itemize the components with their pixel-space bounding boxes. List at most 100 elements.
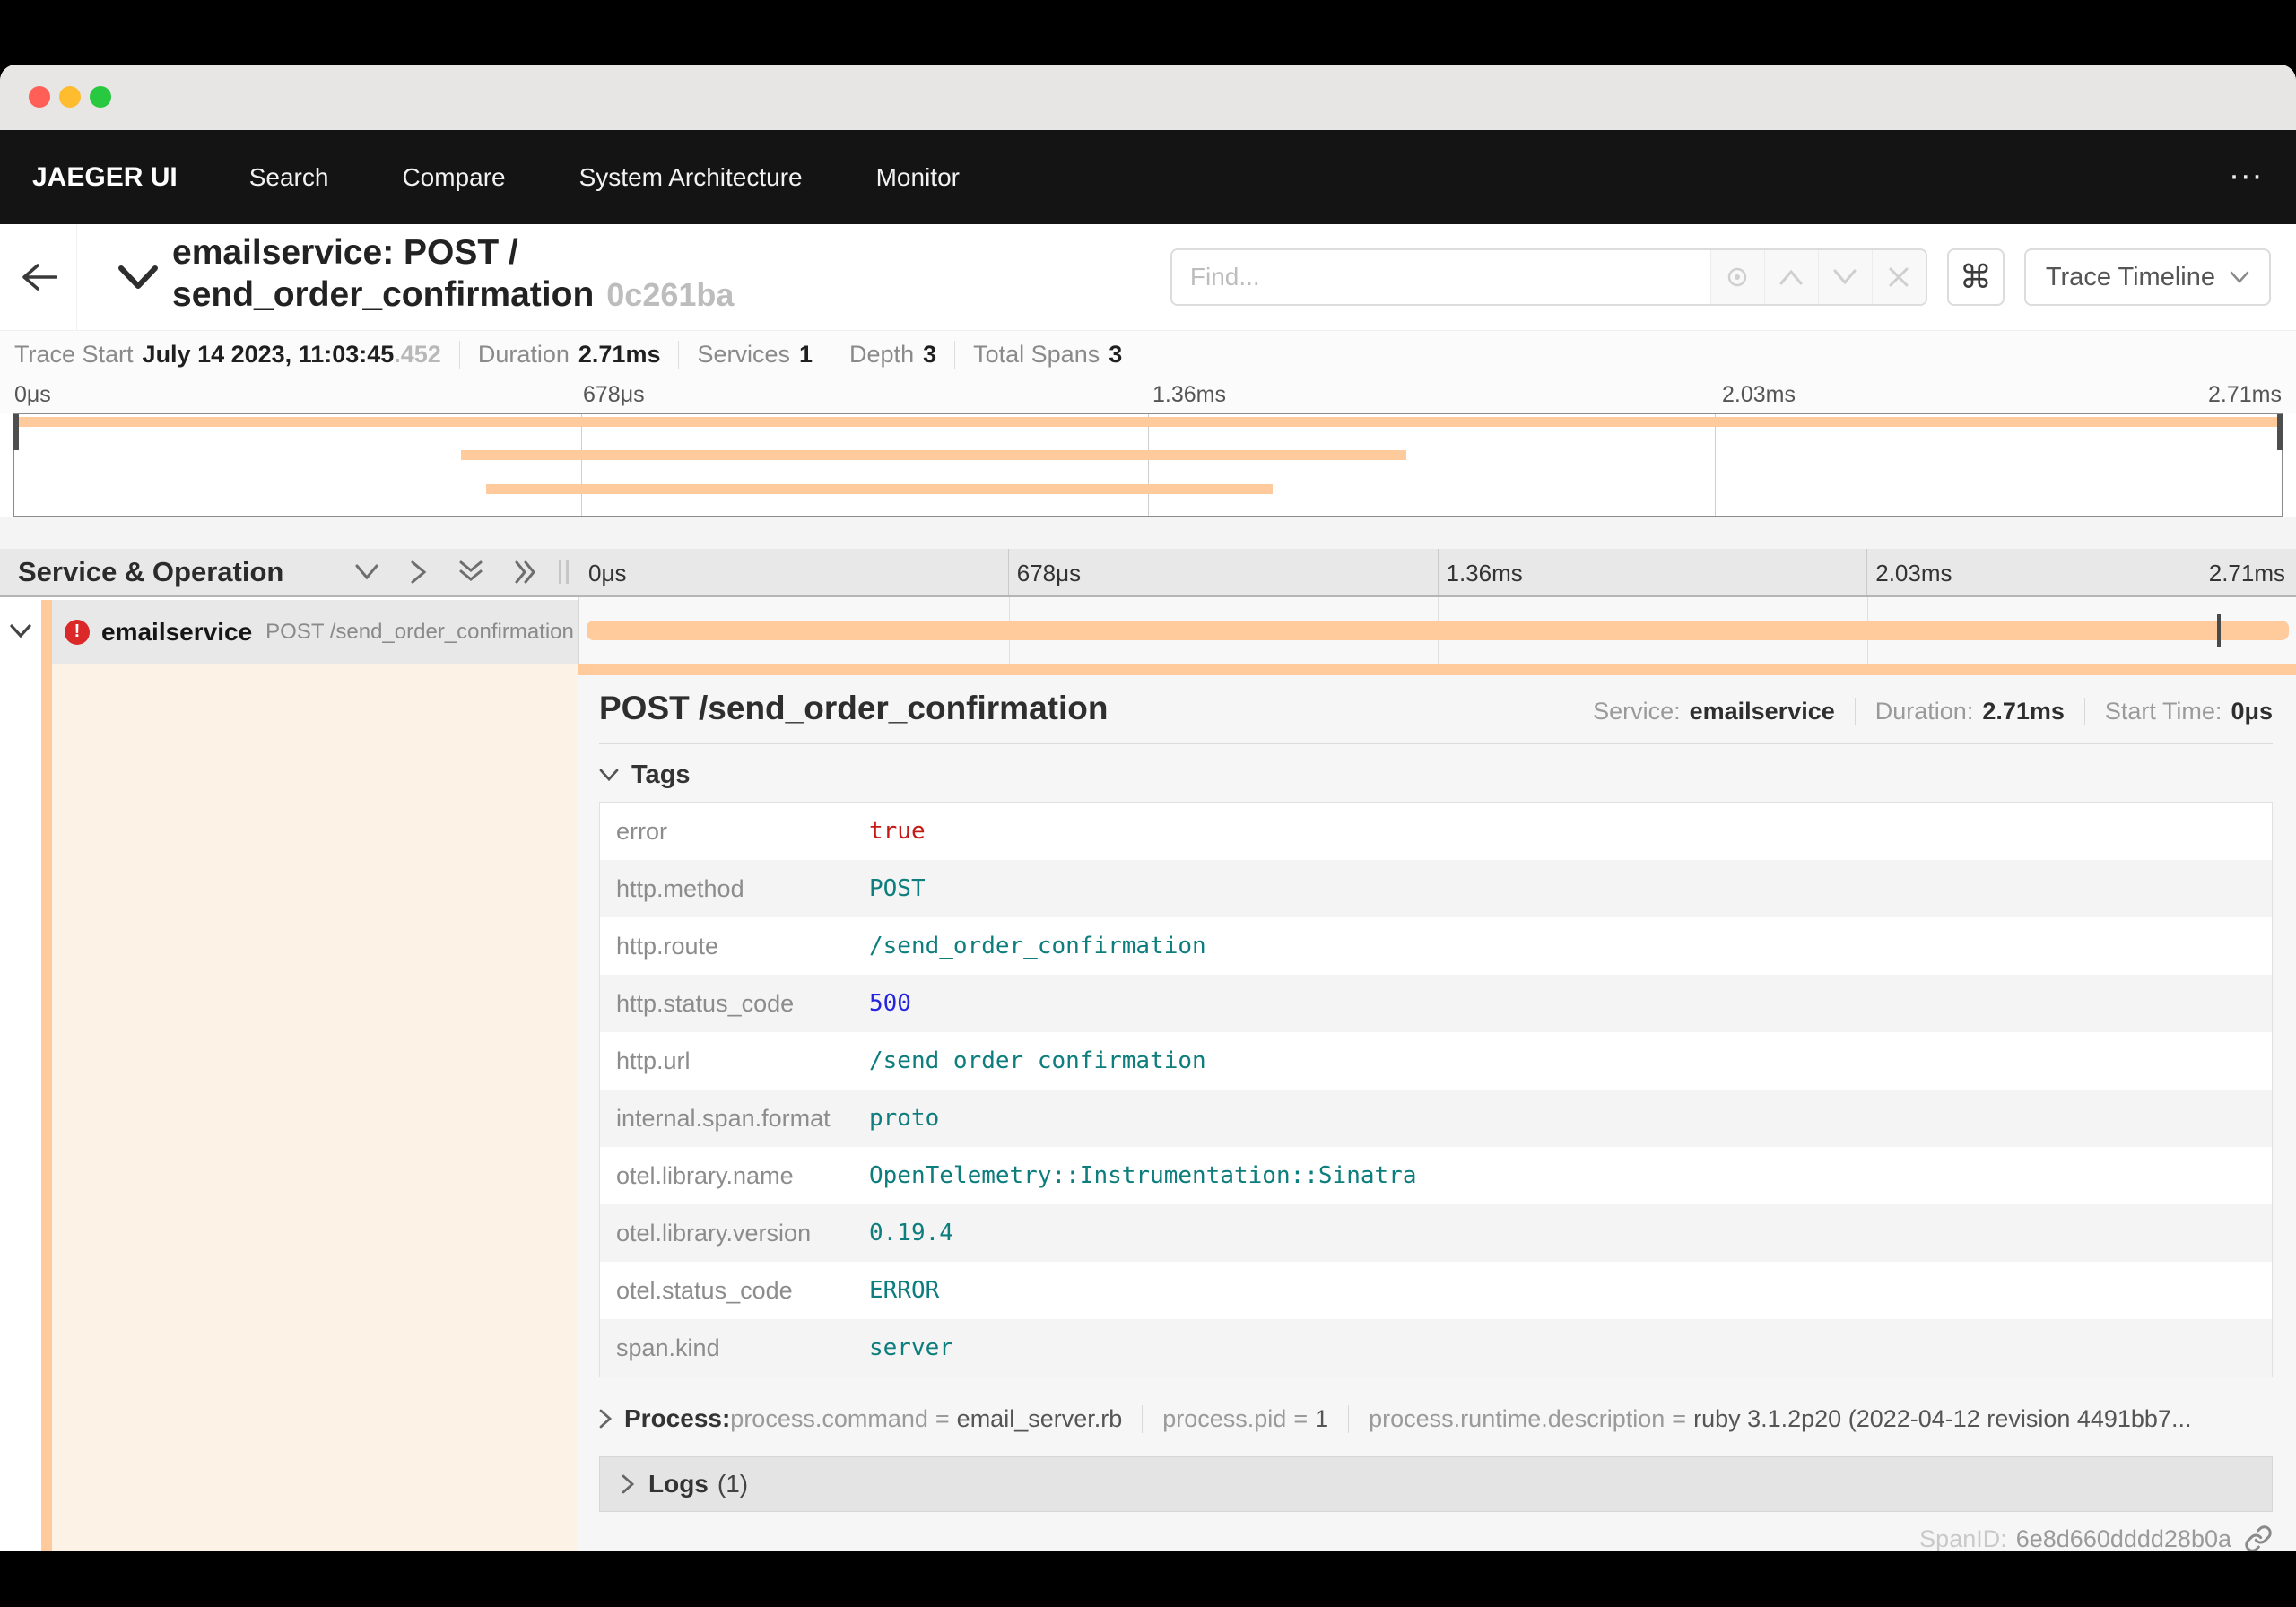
trace-title-line1: emailservice: POST /	[172, 233, 518, 272]
timeline-tick-0: 0μs	[588, 560, 627, 586]
summary-depth: Depth 3	[831, 341, 936, 369]
tag-row-http-method[interactable]: http.method POST	[600, 860, 2272, 917]
trace-minimap[interactable]	[13, 413, 2283, 517]
timeline-tick-3: 2.03ms	[1875, 560, 1952, 586]
tags-section-title: Tags	[631, 760, 691, 789]
span-collapse-toggle[interactable]	[0, 597, 41, 664]
logs-count: (1)	[717, 1470, 749, 1498]
minimap-tick-0: 0μs	[14, 382, 51, 407]
tag-row-otel-library-name[interactable]: otel.library.name OpenTelemetry::Instrum…	[600, 1147, 2272, 1204]
minimize-window-button[interactable]	[59, 86, 81, 108]
summary-total-spans: Total Spans 3	[954, 341, 1122, 369]
timeline-tick-2: 1.36ms	[1446, 560, 1523, 586]
process-command: process.command = email_server.rb	[730, 1404, 1123, 1432]
tag-key: otel.library.version	[616, 1219, 812, 1247]
tag-row-error[interactable]: error true	[600, 803, 2272, 860]
trace-page-header: emailservice: POST / send_order_confirma…	[0, 224, 2296, 330]
timeline-ticks: 0μs 678μs 1.36ms 2.03ms 2.71ms	[578, 549, 2296, 595]
screen: JAEGER UI Search Compare System Architec…	[0, 0, 2296, 1607]
jaeger-logo[interactable]: JAEGER UI	[32, 162, 178, 193]
detail-divider	[599, 743, 2273, 744]
expand-all-icon[interactable]	[514, 560, 539, 585]
macos-titlebar	[0, 65, 2296, 130]
minimap-left-scrubber[interactable]	[13, 414, 19, 450]
expand-one-icon[interactable]	[410, 560, 428, 585]
tag-row-otel-library-version[interactable]: otel.library.version 0.19.4	[600, 1204, 2272, 1262]
trace-summary-bar: Trace Start July 14 2023, 11:03:45 .452 …	[0, 330, 2296, 378]
zoom-window-button[interactable]	[90, 86, 111, 108]
nav-item-system-architecture[interactable]: System Architecture	[579, 163, 803, 192]
prev-match-icon[interactable]	[1763, 250, 1818, 304]
span-color-strip	[41, 664, 52, 1551]
detail-left-fill	[52, 664, 578, 1551]
process-pid: process.pid = 1	[1142, 1404, 1328, 1433]
detail-span-bar	[578, 664, 2296, 675]
tag-row-http-route[interactable]: http.route /send_order_confirmation	[600, 917, 2272, 975]
minimap-right-scrubber[interactable]	[2277, 414, 2283, 450]
tag-row-http-url[interactable]: http.url /send_order_confirmation	[600, 1032, 2272, 1090]
detail-title: POST /send_order_confirmation	[599, 690, 1109, 726]
tag-key: http.status_code	[616, 989, 795, 1017]
copy-link-icon[interactable]	[2244, 1524, 2273, 1551]
service-operation-title: Service & Operation	[18, 555, 284, 587]
timeline-tick-4: 2.71ms	[2208, 560, 2285, 586]
tag-value: true	[869, 818, 926, 845]
tag-row-internal-span-format[interactable]: internal.span.format proto	[600, 1090, 2272, 1147]
trace-collapse-toggle[interactable]	[109, 258, 167, 298]
tag-value: server	[869, 1334, 953, 1361]
tag-key: internal.span.format	[616, 1104, 831, 1132]
tag-key: error	[616, 817, 668, 845]
summary-services: Services 1	[678, 341, 813, 369]
trace-view-dropdown-label: Trace Timeline	[2045, 262, 2215, 291]
nav-item-search[interactable]: Search	[249, 163, 329, 192]
chevron-down-icon	[9, 623, 32, 638]
logs-section-toggle[interactable]: Logs (1)	[599, 1456, 2273, 1512]
minimap-tick-3: 2.03ms	[1722, 382, 1796, 407]
minimap-tick-1: 678μs	[583, 382, 645, 407]
find-input[interactable]	[1171, 250, 1710, 304]
tag-value: POST	[869, 875, 926, 902]
trace-view-dropdown[interactable]: Trace Timeline	[2023, 248, 2271, 306]
process-section-toggle[interactable]: Process: process.command = email_server.…	[599, 1399, 2273, 1438]
span-service-name: emailservice	[101, 617, 253, 646]
tag-row-span-kind[interactable]: span.kind server	[600, 1319, 2272, 1377]
minimap-span-bar	[14, 417, 2282, 427]
tag-value: ERROR	[869, 1277, 940, 1304]
nav-item-compare[interactable]: Compare	[402, 163, 505, 192]
tags-section-toggle[interactable]: Tags	[599, 759, 2273, 791]
error-icon: !	[65, 619, 90, 645]
collapse-one-icon[interactable]	[354, 563, 379, 581]
summary-duration: Duration 2.71ms	[458, 341, 660, 369]
tag-key: otel.status_code	[616, 1276, 793, 1304]
minimap-tick-4: 2.71ms	[2208, 382, 2282, 407]
nav-overflow-menu-icon[interactable]: ···	[2230, 162, 2264, 193]
span-duration-bar[interactable]	[586, 621, 2290, 640]
service-operation-column-header: Service & Operation	[0, 549, 578, 595]
match-locate-icon[interactable]	[1709, 250, 1764, 304]
tag-row-otel-status-code[interactable]: otel.status_code ERROR	[600, 1262, 2272, 1319]
tag-key: http.route	[616, 932, 719, 960]
clear-find-icon[interactable]	[1871, 250, 1926, 304]
keyboard-shortcuts-button[interactable]: ⌘	[1946, 248, 2005, 306]
tag-row-http-status-code[interactable]: http.status_code 500	[600, 975, 2272, 1032]
chevron-right-icon	[599, 1409, 612, 1429]
close-window-button[interactable]	[29, 86, 50, 108]
section-gap	[0, 517, 2296, 549]
span-id-label: SpanID:	[1919, 1524, 2007, 1551]
span-detail-row: POST /send_order_confirmation Service: e…	[0, 664, 2296, 1551]
span-log-marker[interactable]	[2216, 614, 2221, 647]
tag-key: span.kind	[616, 1333, 720, 1361]
nav-item-monitor[interactable]: Monitor	[876, 163, 960, 192]
minimap-ruler: 0μs 678μs 1.36ms 2.03ms 2.71ms	[0, 378, 2296, 413]
span-name-cell[interactable]: ! emailservice POST /send_order_confirma…	[41, 600, 578, 664]
tag-key: http.method	[616, 874, 744, 902]
logs-section-title: Logs	[648, 1470, 709, 1498]
back-button[interactable]	[0, 224, 77, 330]
next-match-icon[interactable]	[1817, 250, 1872, 304]
column-resize-handle[interactable]	[559, 560, 569, 584]
detail-footer: SpanID: 6e8d660dddd28b0a	[599, 1524, 2273, 1551]
meta-start-time: Start Time: 0μs	[2083, 698, 2273, 725]
minimap-span-bar	[485, 484, 1274, 494]
detail-title-row: POST /send_order_confirmation Service: e…	[599, 690, 2273, 727]
collapse-all-icon[interactable]	[458, 560, 483, 585]
